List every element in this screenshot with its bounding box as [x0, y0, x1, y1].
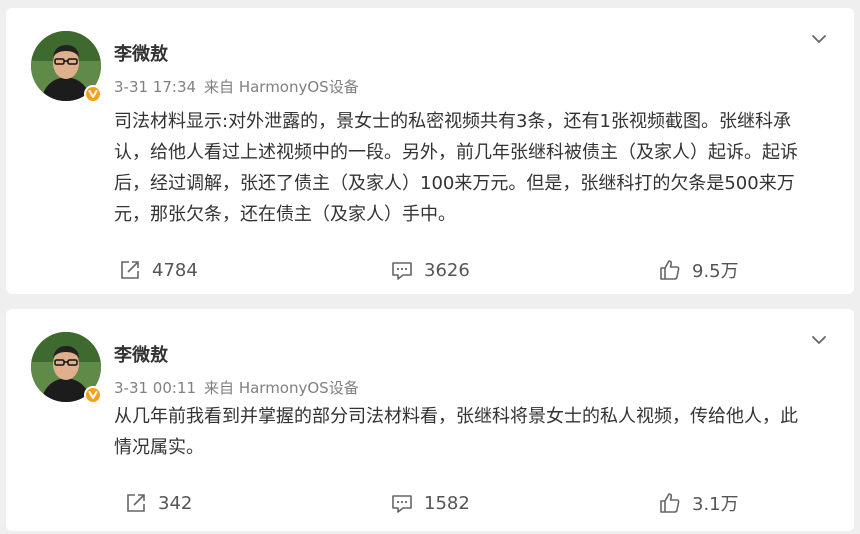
- like-count: 3.1万: [692, 494, 739, 515]
- repost-icon: [121, 261, 139, 279]
- post-content: 司法材料显示:对外泄露的，景女士的私密视频共有3条，还有1张视频截图。张继科承认…: [114, 111, 798, 225]
- author-name[interactable]: 李微敖: [114, 341, 168, 367]
- like-button[interactable]: 3.1万: [658, 489, 739, 517]
- weibo-post: 李微敖 3-31 00:11 来自 HarmonyOS设备 从几年前我看到并掌握的…: [6, 309, 854, 531]
- repost-count: 342: [158, 492, 193, 514]
- post-source: 来自 HarmonyOS设备: [204, 78, 359, 96]
- repost-icon: [127, 494, 145, 512]
- comment-button[interactable]: 3626: [390, 256, 470, 284]
- weibo-post: 李微敖 3-31 17:34 来自 HarmonyOS设备 司法材料显示:对外泄露…: [6, 8, 854, 294]
- author-name[interactable]: 李微敖: [114, 40, 168, 66]
- chevron-down-icon[interactable]: [810, 30, 828, 48]
- post-meta: 3-31 17:34 来自 HarmonyOS设备: [114, 76, 359, 97]
- post-meta: 3-31 00:11 来自 HarmonyOS设备: [114, 377, 359, 398]
- repost-button[interactable]: 342: [124, 489, 192, 517]
- like-count: 9.5万: [692, 261, 739, 282]
- like-icon: [660, 260, 680, 280]
- comment-icon: [392, 262, 412, 280]
- comment-button[interactable]: 1582: [390, 489, 470, 517]
- like-icon: [660, 493, 680, 513]
- post-time[interactable]: 3-31 00:11: [114, 379, 196, 397]
- like-button[interactable]: 9.5万: [658, 256, 739, 284]
- post-actions: 342 1582 3.1万: [6, 489, 854, 517]
- comment-icon: [392, 495, 412, 513]
- repost-count: 4784: [152, 259, 198, 281]
- repost-button[interactable]: 4784: [118, 256, 198, 284]
- post-time[interactable]: 3-31 17:34: [114, 78, 196, 96]
- post-actions: 4784 3626 9.5万: [6, 256, 854, 284]
- comment-count: 1582: [424, 492, 470, 514]
- chevron-down-icon[interactable]: [810, 331, 828, 349]
- comment-count: 3626: [424, 259, 470, 281]
- post-source: 来自 HarmonyOS设备: [204, 379, 359, 397]
- post-content: 从几年前我看到并掌握的部分司法材料看，张继科将景女士的私人视频，传给他人，此情况…: [114, 406, 798, 458]
- verified-badge-icon: [84, 386, 102, 404]
- verified-badge-icon: [84, 85, 102, 103]
